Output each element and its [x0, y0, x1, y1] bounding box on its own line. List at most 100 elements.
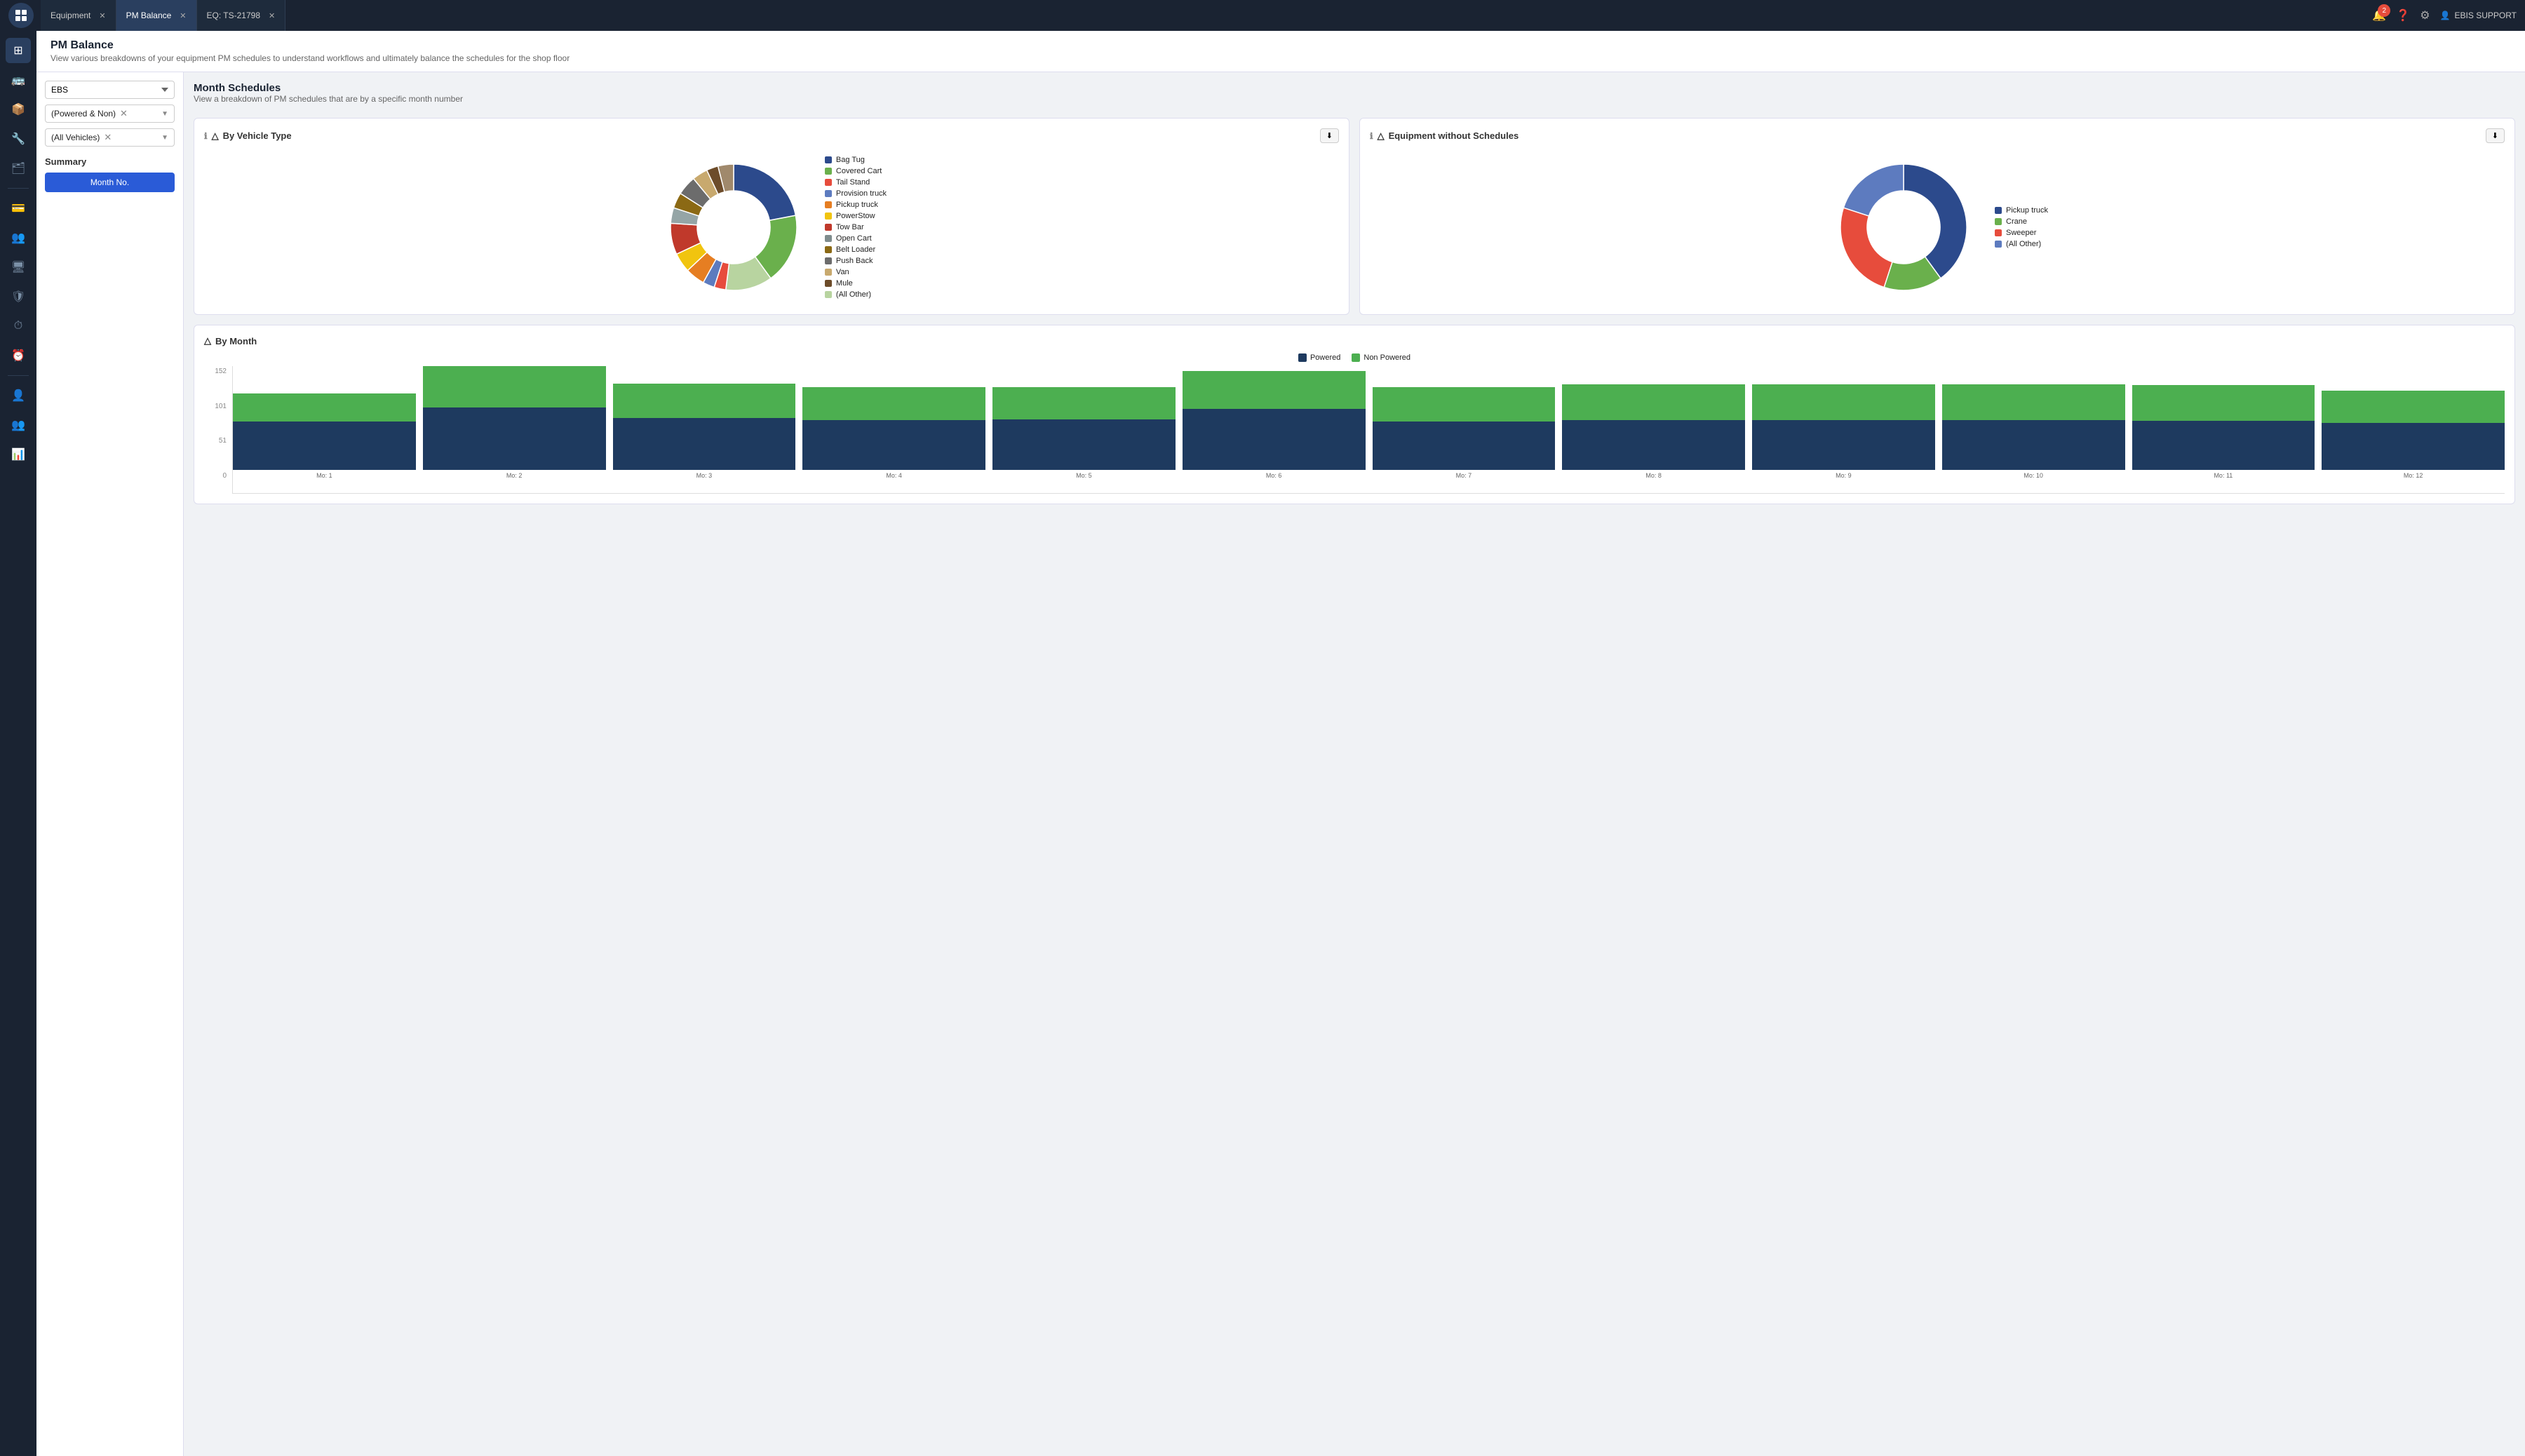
legend-item: Pickup truck	[1995, 206, 2048, 215]
bar-stack[interactable]	[1183, 371, 1366, 470]
month-schedules-header: Month Schedules View a breakdown of PM s…	[194, 82, 2515, 104]
non-powered-segment	[2132, 385, 2315, 421]
bar-stack[interactable]	[423, 366, 606, 470]
bar-stack[interactable]	[1562, 384, 1745, 470]
filter-powered-chevron[interactable]: ▼	[161, 110, 168, 118]
powered-segment	[423, 407, 606, 470]
bar-stack[interactable]	[1373, 387, 1556, 470]
tab-eq-ts-close[interactable]: ✕	[269, 11, 275, 20]
tab-pm-balance[interactable]: PM Balance ✕	[116, 0, 197, 31]
sidebar-item-reports[interactable]: 📊	[6, 442, 31, 467]
bar-stack[interactable]	[1752, 384, 1935, 470]
month-no-button[interactable]: Month No.	[45, 173, 175, 192]
equipment-without-title-row: ℹ △ Equipment without Schedules ⬇	[1370, 128, 2505, 143]
sidebar-item-billing[interactable]: 💳	[6, 196, 31, 221]
legend-item: Pickup truck	[825, 201, 887, 209]
tab-pm-balance-close[interactable]: ✕	[180, 11, 186, 20]
equipment-without-export-button[interactable]: ⬇	[2486, 128, 2505, 143]
sidebar-item-people[interactable]: 👥	[6, 412, 31, 438]
legend-item: Van	[825, 268, 887, 276]
legend-item: Tow Bar	[825, 223, 887, 231]
tab-equipment-close[interactable]: ✕	[99, 11, 105, 20]
bar-stack[interactable]	[802, 387, 985, 470]
bar-col[interactable]: Mo: 5	[992, 387, 1176, 479]
app-logo[interactable]	[8, 3, 34, 28]
summary-label: Summary	[45, 156, 175, 167]
help-icon[interactable]: ❓	[2396, 8, 2410, 22]
sidebar-item-fleet[interactable]: 🚌	[6, 67, 31, 93]
filter-ebs-select[interactable]: EBS	[45, 81, 175, 99]
by-vehicle-donut-area: Bag TugCovered CartTail StandProvision t…	[204, 150, 1339, 304]
filter-vehicles-remove[interactable]: ✕	[104, 132, 112, 143]
sidebar-item-inventory[interactable]: 📦	[6, 97, 31, 122]
notification-badge: 2	[2378, 4, 2390, 17]
bar-chart-area: 152101510 Mo: 1Mo: 2Mo: 3Mo: 4Mo: 5Mo: 6…	[204, 368, 2505, 494]
sidebar-divider-1	[8, 188, 29, 189]
filter-vehicles-chevron[interactable]: ▼	[161, 134, 168, 142]
bar-month-label: Mo: 5	[1076, 472, 1092, 479]
bar-col[interactable]: Mo: 1	[233, 393, 416, 479]
page-subtitle: View various breakdowns of your equipmen…	[50, 53, 2511, 63]
filter-vehicles-tag: (All Vehicles) ✕ ▼	[45, 128, 175, 147]
powered-segment	[1942, 420, 2125, 470]
bar-stack[interactable]	[992, 387, 1176, 470]
sidebar-item-schedule[interactable]: ⏰	[6, 343, 31, 368]
y-axis-label: 0	[222, 472, 227, 480]
bar-col[interactable]: Mo: 2	[423, 366, 606, 479]
notification-button[interactable]: 🔔 2	[2372, 8, 2386, 22]
tab-eq-ts[interactable]: EQ: TS-21798 ✕	[197, 0, 286, 31]
settings-icon[interactable]: ⚙	[2420, 8, 2430, 22]
user-name-label: EBIS SUPPORT	[2455, 11, 2517, 20]
sidebar-item-profile[interactable]: 👤	[6, 383, 31, 408]
equipment-without-info-icon[interactable]: ℹ	[1370, 131, 1373, 141]
non-powered-segment	[233, 393, 416, 422]
bar-stack[interactable]	[613, 384, 796, 470]
filter-powered-remove[interactable]: ✕	[120, 108, 128, 119]
bar-col[interactable]: Mo: 10	[1942, 384, 2125, 479]
page-header: PM Balance View various breakdowns of yo…	[36, 31, 2525, 72]
powered-segment	[233, 422, 416, 470]
sidebar: ⊞ 🚌 📦 🔧 🗂 💳 👥 🖥 🛡 ⏱ ⏰ 👤 👥 📊	[0, 31, 36, 1456]
non-powered-segment	[613, 384, 796, 418]
bar-col[interactable]: Mo: 8	[1562, 384, 1745, 479]
sidebar-item-users[interactable]: 👥	[6, 225, 31, 250]
bar-stack[interactable]	[233, 393, 416, 470]
bar-stack[interactable]	[2132, 385, 2315, 470]
content-area: PM Balance View various breakdowns of yo…	[36, 31, 2525, 1456]
non-powered-legend-dot	[1352, 353, 1360, 362]
legend-item: Sweeper	[1995, 229, 2048, 237]
by-vehicle-info-icon[interactable]: ℹ	[204, 131, 208, 141]
bar-chart-legend: Powered Non Powered	[204, 353, 2505, 362]
sidebar-item-docs[interactable]: 🗂	[6, 156, 31, 181]
legend-item: Covered Cart	[825, 167, 887, 175]
bar-col[interactable]: Mo: 9	[1752, 384, 1935, 479]
tab-pm-balance-label: PM Balance	[126, 11, 172, 20]
user-menu[interactable]: 👤 EBIS SUPPORT	[2440, 11, 2517, 20]
bar-col[interactable]: Mo: 3	[613, 384, 796, 479]
bar-month-label: Mo: 11	[2214, 472, 2233, 479]
bar-col[interactable]: Mo: 11	[2132, 385, 2315, 479]
sidebar-item-home[interactable]: ⊞	[6, 38, 31, 63]
bar-col[interactable]: Mo: 12	[2322, 391, 2505, 479]
bar-legend-non-powered: Non Powered	[1352, 353, 1410, 362]
bar-col[interactable]: Mo: 7	[1373, 387, 1556, 479]
sidebar-item-maintenance[interactable]: 🔧	[6, 126, 31, 151]
y-axis-label: 152	[215, 368, 227, 375]
bar-col[interactable]: Mo: 6	[1183, 371, 1366, 479]
tab-equipment[interactable]: Equipment ✕	[41, 0, 116, 31]
bar-stack[interactable]	[2322, 391, 2505, 470]
equipment-without-donut-area: Pickup truckCraneSweeper(All Other)	[1370, 150, 2505, 304]
sidebar-item-security[interactable]: 🛡	[6, 284, 31, 309]
legend-item: Mule	[825, 279, 887, 288]
bar-stack[interactable]	[1942, 384, 2125, 470]
bar-month-label: Mo: 7	[1456, 472, 1472, 479]
equipment-without-legend: Pickup truckCraneSweeper(All Other)	[1995, 206, 2048, 248]
legend-item: (All Other)	[1995, 240, 2048, 248]
bar-col[interactable]: Mo: 4	[802, 387, 985, 479]
y-axis-label: 101	[215, 403, 227, 410]
bar-month-label: Mo: 6	[1266, 472, 1282, 479]
sidebar-item-monitor[interactable]: 🖥	[6, 255, 31, 280]
by-vehicle-export-button[interactable]: ⬇	[1320, 128, 1339, 143]
powered-legend-dot	[1298, 353, 1307, 362]
sidebar-item-clock[interactable]: ⏱	[6, 314, 31, 339]
